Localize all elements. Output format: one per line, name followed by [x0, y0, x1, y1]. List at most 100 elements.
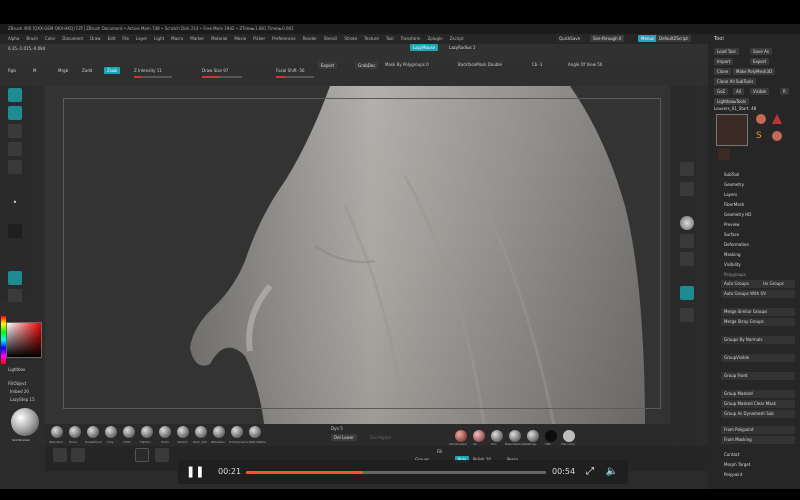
dyn-slider[interactable]: Dyn 5: [331, 425, 343, 433]
surface-section[interactable]: Surface: [724, 232, 739, 237]
menu-item[interactable]: Color: [45, 36, 55, 41]
aahalf-icon[interactable]: [680, 182, 694, 196]
menu-item[interactable]: Zplugin: [428, 36, 443, 41]
menu-item[interactable]: Material: [211, 36, 227, 41]
menu-item[interactable]: Marker: [190, 36, 204, 41]
color-picker[interactable]: [6, 322, 42, 358]
focal-shift-slider[interactable]: Focal Shift -56: [276, 67, 305, 75]
alpha-off-icon[interactable]: [8, 224, 22, 238]
preview-section[interactable]: Preview: [724, 222, 740, 227]
star-tool-icon[interactable]: [772, 114, 782, 124]
pause-icon[interactable]: ❚❚: [186, 464, 204, 480]
backface-mask-button[interactable]: BackfaceMask Double: [458, 61, 502, 69]
menu-item[interactable]: Stencil: [324, 36, 338, 41]
default-zscript-button[interactable]: DefaultZScript: [656, 35, 691, 42]
brush-standard-icon[interactable]: [51, 426, 63, 438]
del-lower-button[interactable]: Del Lower: [331, 434, 357, 441]
menu-item[interactable]: Movie: [234, 36, 246, 41]
hue-strip[interactable]: [1, 316, 6, 364]
menu-item[interactable]: Document: [62, 36, 83, 41]
del-higher-button[interactable]: Del Higher: [367, 434, 395, 441]
menu-item[interactable]: Render: [303, 36, 317, 41]
material-pch-icon[interactable]: [491, 430, 503, 442]
scale-icon[interactable]: [8, 142, 22, 156]
material-oil-icon[interactable]: [473, 430, 485, 442]
persp-icon[interactable]: [680, 216, 694, 230]
brush-zmodeler-icon[interactable]: [213, 426, 225, 438]
material-flat-icon[interactable]: [545, 430, 557, 442]
symmetry-icon[interactable]: [135, 448, 149, 462]
solo-icon[interactable]: [155, 448, 169, 462]
lightbox-button[interactable]: Lightbox: [8, 366, 25, 374]
menu-item[interactable]: Brush: [26, 36, 38, 41]
masking-section[interactable]: Masking: [724, 252, 741, 257]
brush-dam-std-icon[interactable]: [195, 426, 207, 438]
move-view-icon[interactable]: [680, 308, 694, 322]
polyframe-icon[interactable]: [53, 448, 67, 462]
groups-by-normals-button[interactable]: Groups By Normals: [721, 336, 795, 344]
material-skinshade-icon[interactable]: [455, 430, 467, 442]
see-through-slider[interactable]: See-through 0: [590, 35, 625, 42]
edit-icon[interactable]: [8, 88, 22, 102]
menu-item[interactable]: Draw: [90, 36, 100, 41]
material-flat-color-icon[interactable]: [563, 430, 575, 442]
clone-all-subtools-button[interactable]: Clone All SubTools: [714, 78, 757, 85]
auto-groups-with-uv-button[interactable]: Auto Groups With UV: [721, 290, 795, 298]
menu-item[interactable]: Zscript: [450, 36, 464, 41]
brush-flatten-icon[interactable]: [141, 426, 153, 438]
quicksave-button[interactable]: QuickSave: [556, 35, 584, 42]
move-icon[interactable]: [8, 124, 22, 138]
geometry-section[interactable]: Geometry: [724, 182, 744, 187]
local-icon[interactable]: [680, 252, 694, 266]
menu-item[interactable]: Edit: [108, 36, 116, 41]
load-tool-button[interactable]: Load Tool: [714, 48, 739, 55]
menus-button[interactable]: Menus: [638, 35, 658, 42]
subtool-section[interactable]: SubTool: [724, 172, 739, 177]
sphere-tool-icon[interactable]: [756, 114, 766, 124]
menu-item[interactable]: Light: [154, 36, 164, 41]
current-tool-slider[interactable]: Louvers_01_Start. 48: [714, 105, 794, 112]
clone-button[interactable]: Clone: [714, 68, 732, 75]
merge-similar-groups-button[interactable]: Merge Similar Groups: [721, 308, 795, 316]
subtool-thumb[interactable]: [718, 148, 730, 160]
import-button[interactable]: Import: [714, 58, 734, 65]
group-masked-button[interactable]: Group Masked: [721, 390, 795, 398]
progress-track[interactable]: [246, 471, 546, 474]
menu-item[interactable]: File: [122, 36, 129, 41]
brush-clay-icon[interactable]: [105, 426, 117, 438]
visibility-section[interactable]: Visibility: [724, 262, 741, 267]
r-button[interactable]: R: [780, 88, 789, 95]
fullscreen-icon[interactable]: ⤢: [582, 464, 598, 480]
merge-stray-groups-button[interactable]: Merge Stray Groups: [721, 318, 795, 326]
draw-size-slider[interactable]: Draw Size 97: [202, 67, 228, 75]
from-masking-button[interactable]: From Masking: [721, 436, 795, 444]
material-icon[interactable]: [8, 289, 22, 303]
group-masked-clear-mask-button[interactable]: Group Masked Clear Mask: [721, 400, 795, 408]
brush-pinch-icon[interactable]: [159, 426, 171, 438]
transp-icon[interactable]: [71, 448, 85, 462]
menu-item[interactable]: Alpha: [8, 36, 19, 41]
fillobject-button[interactable]: FillObject: [8, 380, 26, 388]
menu-item[interactable]: Picker: [253, 36, 265, 41]
cylinder-tool-icon[interactable]: [772, 131, 782, 141]
brush-hpolish-icon[interactable]: [177, 426, 189, 438]
grabdoc-button[interactable]: GrabDoc: [355, 62, 379, 69]
group-as-dynamesh-sub-button[interactable]: Group As Dynamesh Sub: [721, 410, 795, 418]
lightbox-tools-button[interactable]: Lightbox▸Tools: [714, 98, 750, 105]
make-polymesh-button[interactable]: Make PolyMesh3D: [733, 68, 776, 75]
texture-icon[interactable]: [8, 271, 22, 285]
group-visible-button[interactable]: GroupVisible: [721, 354, 795, 362]
lazymouse-button[interactable]: LazyMouse: [410, 44, 439, 51]
angle-of-view-slider[interactable]: Angle Of View 50: [568, 61, 602, 69]
polypaint-section[interactable]: Polypaint: [724, 472, 742, 477]
m-button[interactable]: M: [33, 67, 36, 75]
visible-button[interactable]: Visible: [750, 88, 770, 95]
dots-stroke-icon[interactable]: •: [8, 198, 22, 212]
menu-item[interactable]: Transform: [401, 36, 421, 41]
export-tool-button[interactable]: Export: [750, 58, 770, 65]
frame-icon[interactable]: [680, 286, 694, 300]
fibermesh-section[interactable]: FiberMesh: [724, 202, 744, 207]
material-matcap-icon[interactable]: [527, 430, 539, 442]
menu-item[interactable]: Macro: [171, 36, 183, 41]
goz-button[interactable]: GoZ: [714, 88, 729, 95]
